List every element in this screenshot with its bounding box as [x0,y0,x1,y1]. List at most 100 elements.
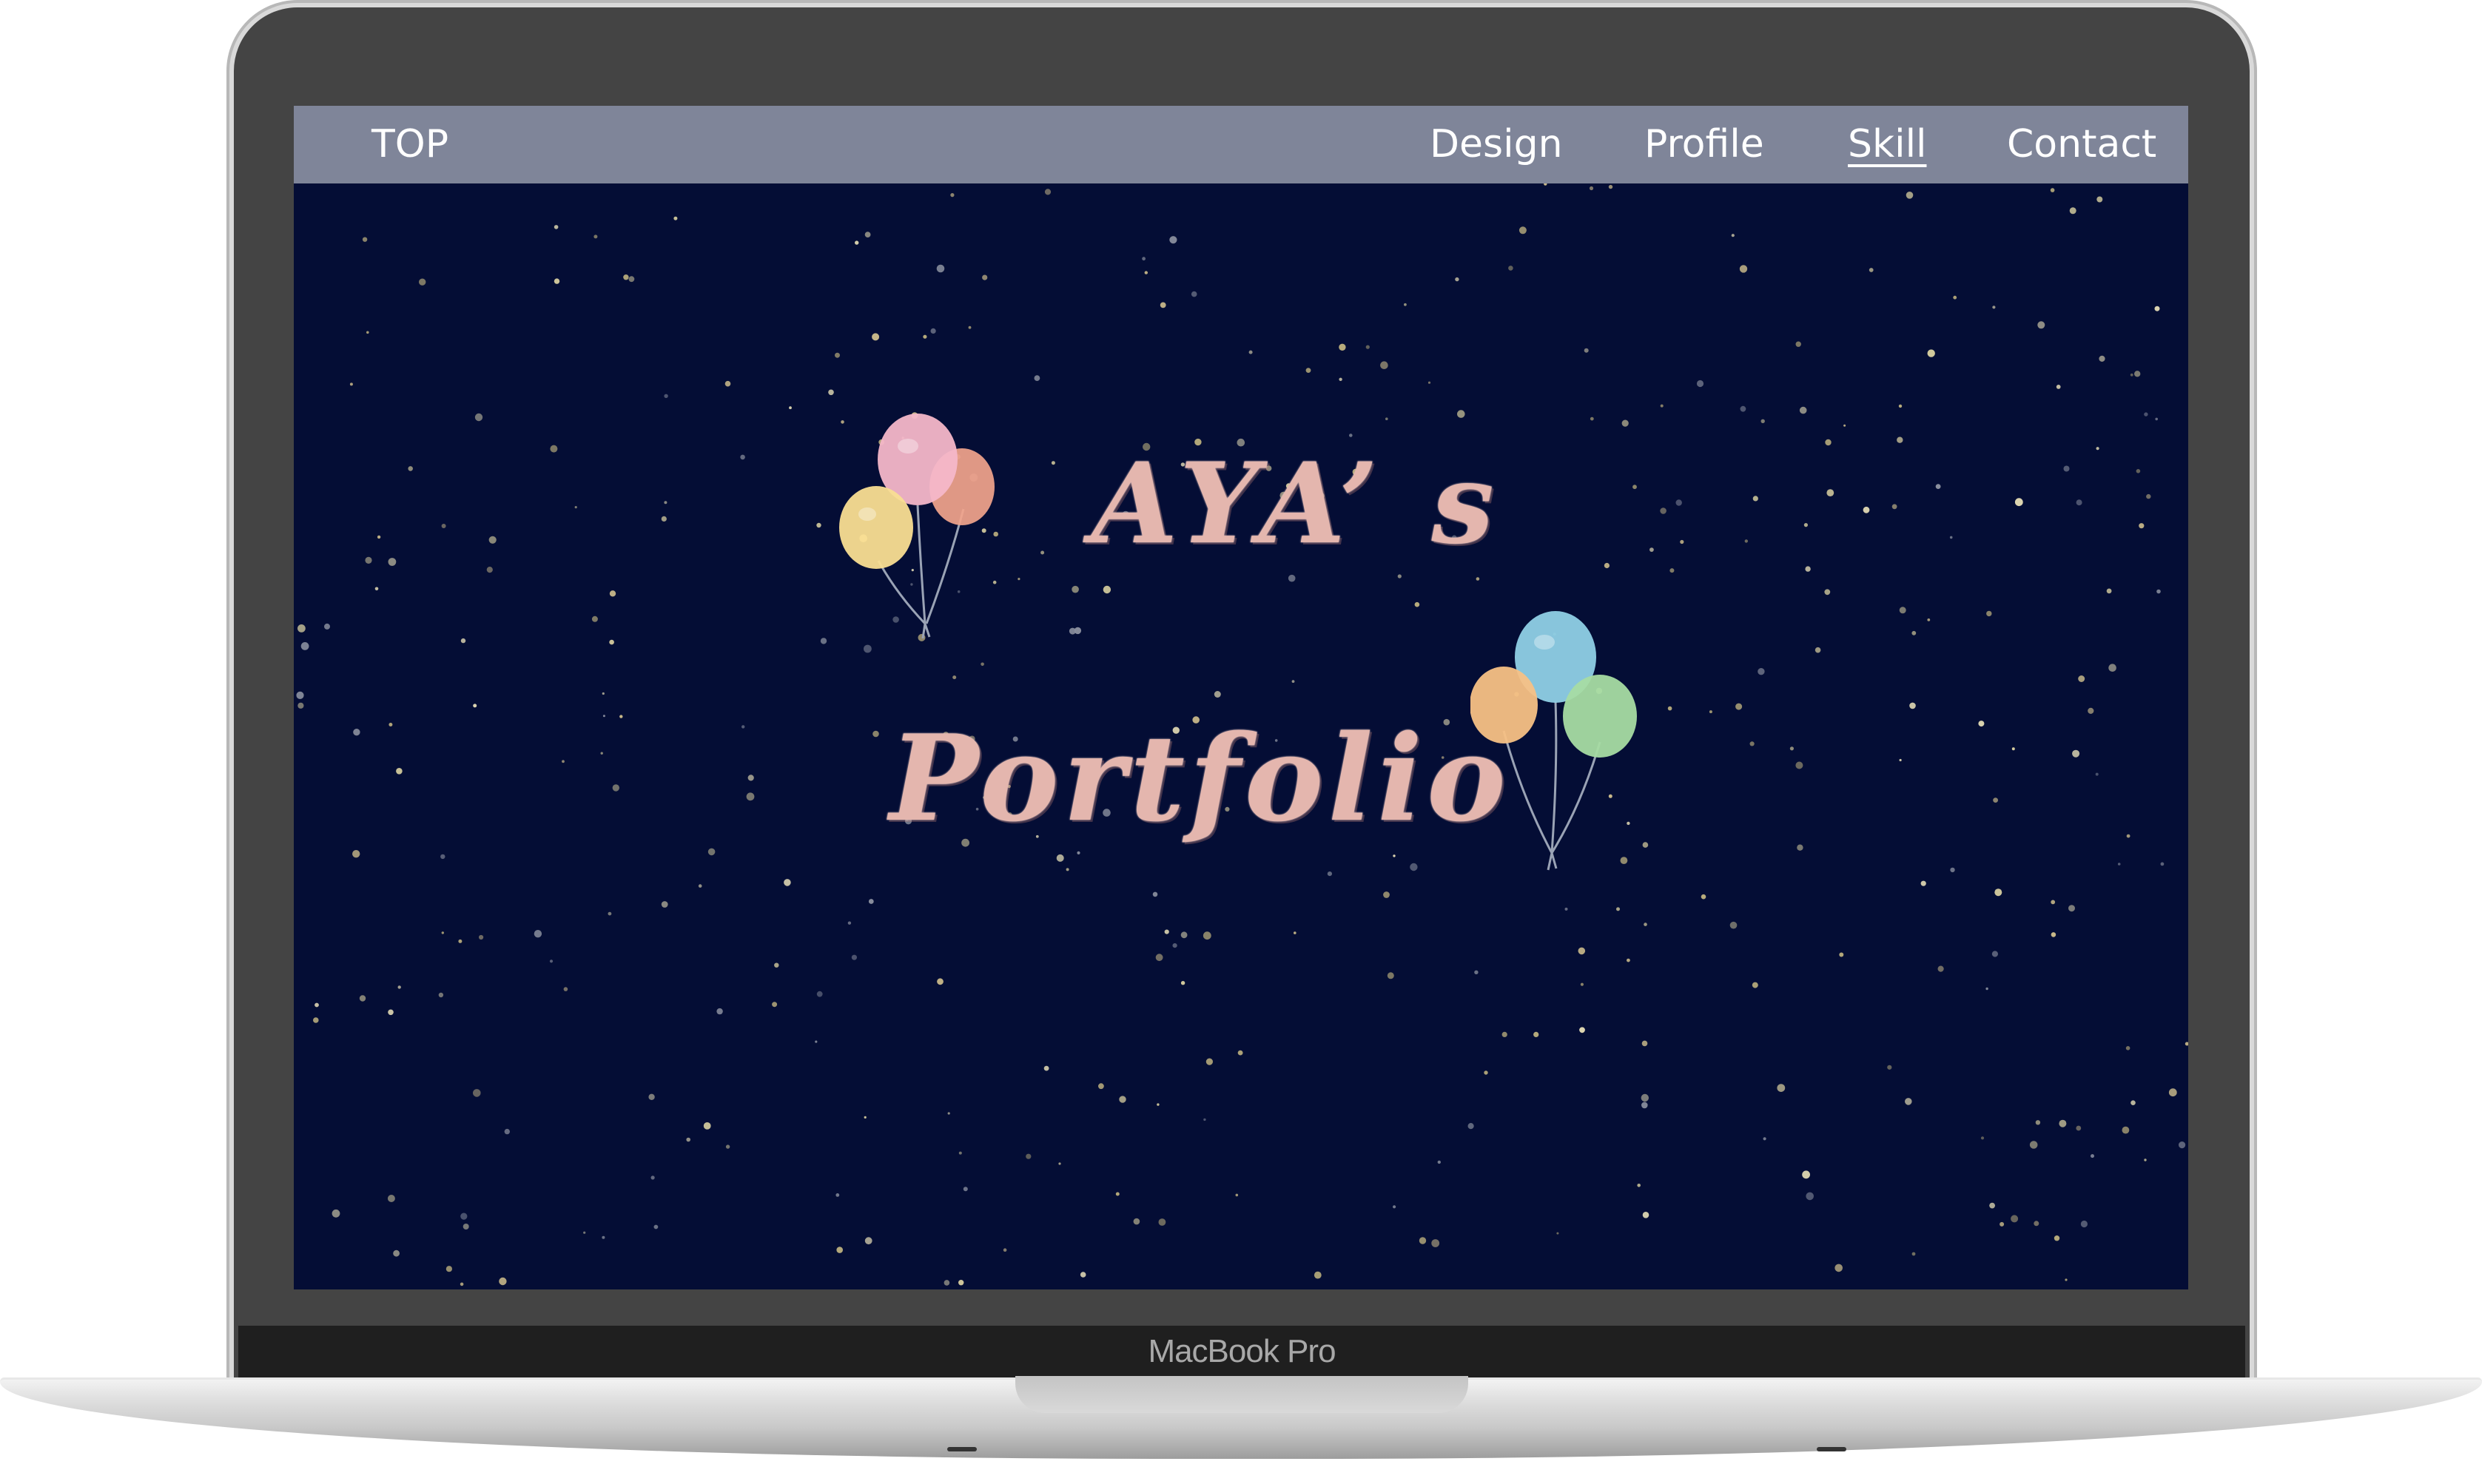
star-dot [1898,404,1903,408]
star-dot [1072,585,1079,593]
star-dot [2051,900,2056,905]
star-dot [1077,851,1080,854]
star-dot [820,638,827,644]
star-dot [1660,404,1664,408]
star-dot [1608,184,1613,189]
star-dot [968,326,972,329]
nav-top-link[interactable]: TOP [371,106,448,183]
star-dot [419,278,426,286]
star-dot [1098,1083,1104,1090]
star-dot [1632,485,1637,490]
star-dot [1058,1162,1061,1165]
star-dot [1696,380,1704,388]
star-dot [324,623,330,630]
star-dot [648,1093,655,1101]
star-dot [1803,523,1808,527]
star-dot [2065,1278,2068,1281]
nav-contact-link[interactable]: Contact [2007,106,2156,183]
star-dot [746,792,755,801]
star-dot [1144,271,1148,274]
star-dot [1950,867,1955,873]
star-dot [815,1040,818,1043]
star-dot [835,352,840,358]
star-dot [1891,504,1897,510]
website-screen: TOP Design Profile Skill Contact AYA’ s … [294,106,2188,1289]
star-dot [1056,854,1064,862]
star-dot [1992,306,1996,309]
star-dot [2168,1088,2177,1097]
star-dot [297,624,306,633]
star-dot [774,962,779,968]
star-dot [847,921,852,925]
star-dot [740,454,745,460]
star-dot [2139,523,2145,529]
star-dot [1953,295,1957,300]
star-dot [653,1224,659,1230]
star-dot [855,240,859,245]
star-dot [602,715,605,718]
star-dot [872,730,879,738]
star-dot [1799,406,1807,414]
star-dot [1834,1264,1843,1272]
star-dot [1744,539,1748,543]
star-dot [2063,465,2070,472]
star-dot [1074,627,1082,635]
star-dot [725,1144,730,1149]
star-dot [1385,417,1388,420]
star-dot [1484,1070,1488,1075]
star-dot [1993,797,1999,803]
star-dot [1978,721,1985,727]
star-dot [1327,871,1332,877]
star-dot [1709,710,1712,714]
laptop-foot [947,1447,977,1451]
star-dot [1103,585,1111,594]
nav-design-link[interactable]: Design [1430,106,1563,183]
star-dot [664,501,667,505]
star-dot [2011,747,2015,751]
star-dot [664,394,668,398]
star-dot [2068,905,2075,912]
star-dot [1431,1239,1440,1247]
star-dot [602,1235,605,1239]
star-dot [362,237,368,242]
star-dot [930,328,936,334]
star-dot [1003,1248,1007,1252]
star-dot [835,1193,840,1197]
star-dot [1949,536,1953,539]
star-dot [1404,303,1407,306]
star-dot [1669,568,1675,573]
star-dot [1590,416,1594,421]
laptop-foot [1817,1447,1846,1451]
star-dot [2130,1100,2136,1105]
star-dot [1414,601,1420,607]
star-dot [864,232,871,237]
star-dot [1641,1093,1649,1102]
nav-skill-link[interactable]: Skill [1848,106,1926,183]
star-dot [486,567,493,573]
star-dot [1905,1098,1912,1105]
star-dot [1235,1193,1239,1197]
star-dot [396,768,403,775]
star-dot [389,723,393,726]
star-dot [1777,1084,1786,1092]
star-dot [1795,761,1803,769]
nav-profile-link[interactable]: Profile [1644,106,1764,183]
star-dot [1427,381,1431,384]
star-dot [1160,302,1166,308]
star-dot [1825,439,1832,446]
starfield-background [296,106,2188,1286]
star-dot [2076,1125,2082,1131]
star-dot [1043,1065,1049,1071]
star-dot [1649,547,1654,552]
star-dot [1986,610,1992,617]
star-dot [1066,868,1069,871]
star-dot [716,1008,723,1015]
star-dot [1172,943,1177,948]
star-dot [686,1137,690,1142]
star-dot [2106,588,2112,594]
star-dot [1578,947,1586,955]
star-dot [1660,507,1667,514]
star-dot [1991,951,1998,957]
star-dot [1305,368,1311,373]
star-dot [554,225,559,229]
